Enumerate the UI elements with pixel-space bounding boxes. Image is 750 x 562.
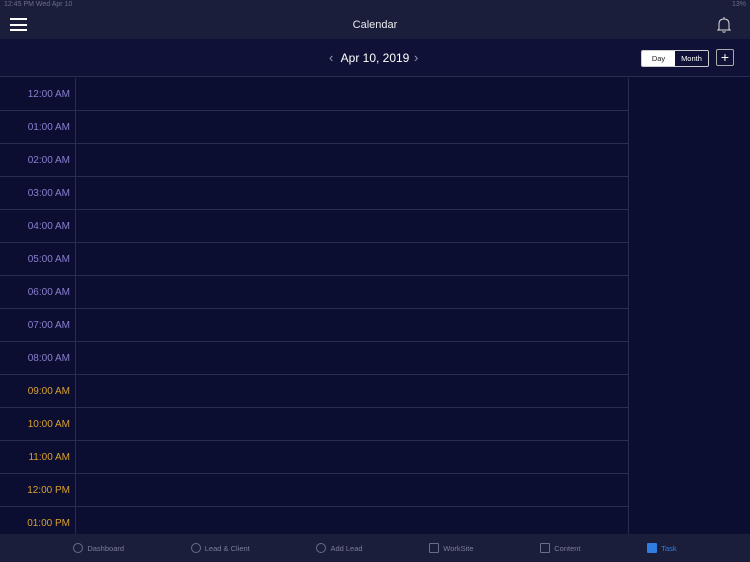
prev-day-button[interactable]: ‹ (329, 50, 333, 65)
time-row: 01:00 AM (0, 111, 628, 144)
time-slot[interactable] (76, 474, 628, 506)
tab-dashboard[interactable]: Dashboard (73, 543, 124, 553)
hamburger-menu-icon[interactable] (10, 18, 27, 31)
tab-bar: Dashboard Lead & Client Add Lead WorkSite Co… (0, 534, 750, 562)
time-row: 10:00 AM (0, 408, 628, 441)
view-toggle: Day Month (641, 50, 709, 67)
add-circle-icon (316, 543, 327, 553)
tab-label: WorkSite (443, 543, 474, 553)
time-row: 08:00 AM (0, 342, 628, 375)
add-event-button[interactable]: + (716, 49, 734, 66)
time-slot[interactable] (76, 408, 628, 440)
time-slot[interactable] (76, 111, 628, 143)
time-label: 01:00 AM (0, 111, 76, 143)
time-label: 03:00 AM (0, 177, 76, 209)
status-bar: 12:45 PM Wed Apr 10 13% (0, 0, 750, 10)
time-row: 12:00 PM (0, 474, 628, 507)
battery-level: 13% (731, 1, 746, 8)
month-view-button[interactable]: Month (675, 51, 708, 66)
time-label: 12:00 AM (0, 78, 76, 110)
time-label: 07:00 AM (0, 309, 76, 341)
time-row: 07:00 AM (0, 309, 628, 342)
time-row: 04:00 AM (0, 210, 628, 243)
time-label: 10:00 AM (0, 408, 76, 440)
time-label: 06:00 AM (0, 276, 76, 308)
time-row: 06:00 AM (0, 276, 628, 309)
time-slot[interactable] (76, 210, 628, 242)
time-slot[interactable] (76, 342, 628, 374)
time-label: 02:00 AM (0, 144, 76, 176)
date-navigation: Apr 10, 2019 ‹ › Day Month + (0, 39, 750, 77)
time-slot[interactable] (76, 309, 628, 341)
content-play-icon (540, 543, 551, 553)
time-row: 03:00 AM (0, 177, 628, 210)
tab-worksite[interactable]: WorkSite (429, 543, 474, 553)
time-row: 11:00 AM (0, 441, 628, 474)
time-label: 09:00 AM (0, 375, 76, 407)
time-row: 02:00 AM (0, 144, 628, 177)
time-slot[interactable] (76, 144, 628, 176)
time-label: 04:00 AM (0, 210, 76, 242)
time-label: 11:00 AM (0, 441, 76, 473)
time-row: 05:00 AM (0, 243, 628, 276)
time-row: 09:00 AM (0, 375, 628, 408)
time-slot[interactable] (76, 375, 628, 407)
day-view-button[interactable]: Day (642, 51, 675, 66)
time-slot[interactable] (76, 177, 628, 209)
tab-content[interactable]: Content (540, 543, 581, 553)
current-date: Apr 10, 2019 (340, 51, 410, 65)
tab-label: Lead & Client (204, 543, 250, 553)
tab-label: Task (661, 543, 677, 553)
user-icon (190, 543, 201, 553)
time-label: 12:00 PM (0, 474, 76, 506)
tab-label: Add Lead (330, 543, 363, 553)
time-slot[interactable] (76, 243, 628, 275)
time-label: 08:00 AM (0, 342, 76, 374)
status-time: 12:45 PM Wed Apr 10 (4, 1, 73, 8)
tab-task[interactable]: Task (647, 543, 677, 553)
next-day-button[interactable]: › (414, 50, 418, 65)
day-schedule-grid: 12:00 AM 01:00 AM 02:00 AM 03:00 AM 04:00 AM… (0, 78, 629, 534)
tab-label: Content (554, 543, 581, 553)
nav-bar: Calendar (0, 10, 750, 39)
bell-icon[interactable] (716, 16, 732, 33)
dashboard-icon (73, 543, 84, 553)
time-slot[interactable] (76, 507, 628, 534)
page-title: Calendar (352, 18, 398, 31)
worksite-icon (429, 543, 440, 553)
tab-label: Dashboard (87, 543, 125, 553)
task-icon (647, 543, 658, 553)
time-slot[interactable] (76, 276, 628, 308)
tab-add-lead[interactable]: Add Lead (316, 543, 363, 553)
time-row: 01:00 PM (0, 507, 628, 534)
time-label: 01:00 PM (0, 507, 76, 534)
tab-lead-client[interactable]: Lead & Client (190, 543, 250, 553)
time-label: 05:00 AM (0, 243, 76, 275)
time-slot[interactable] (76, 441, 628, 473)
time-row: 12:00 AM (0, 78, 628, 111)
time-slot[interactable] (76, 78, 628, 110)
